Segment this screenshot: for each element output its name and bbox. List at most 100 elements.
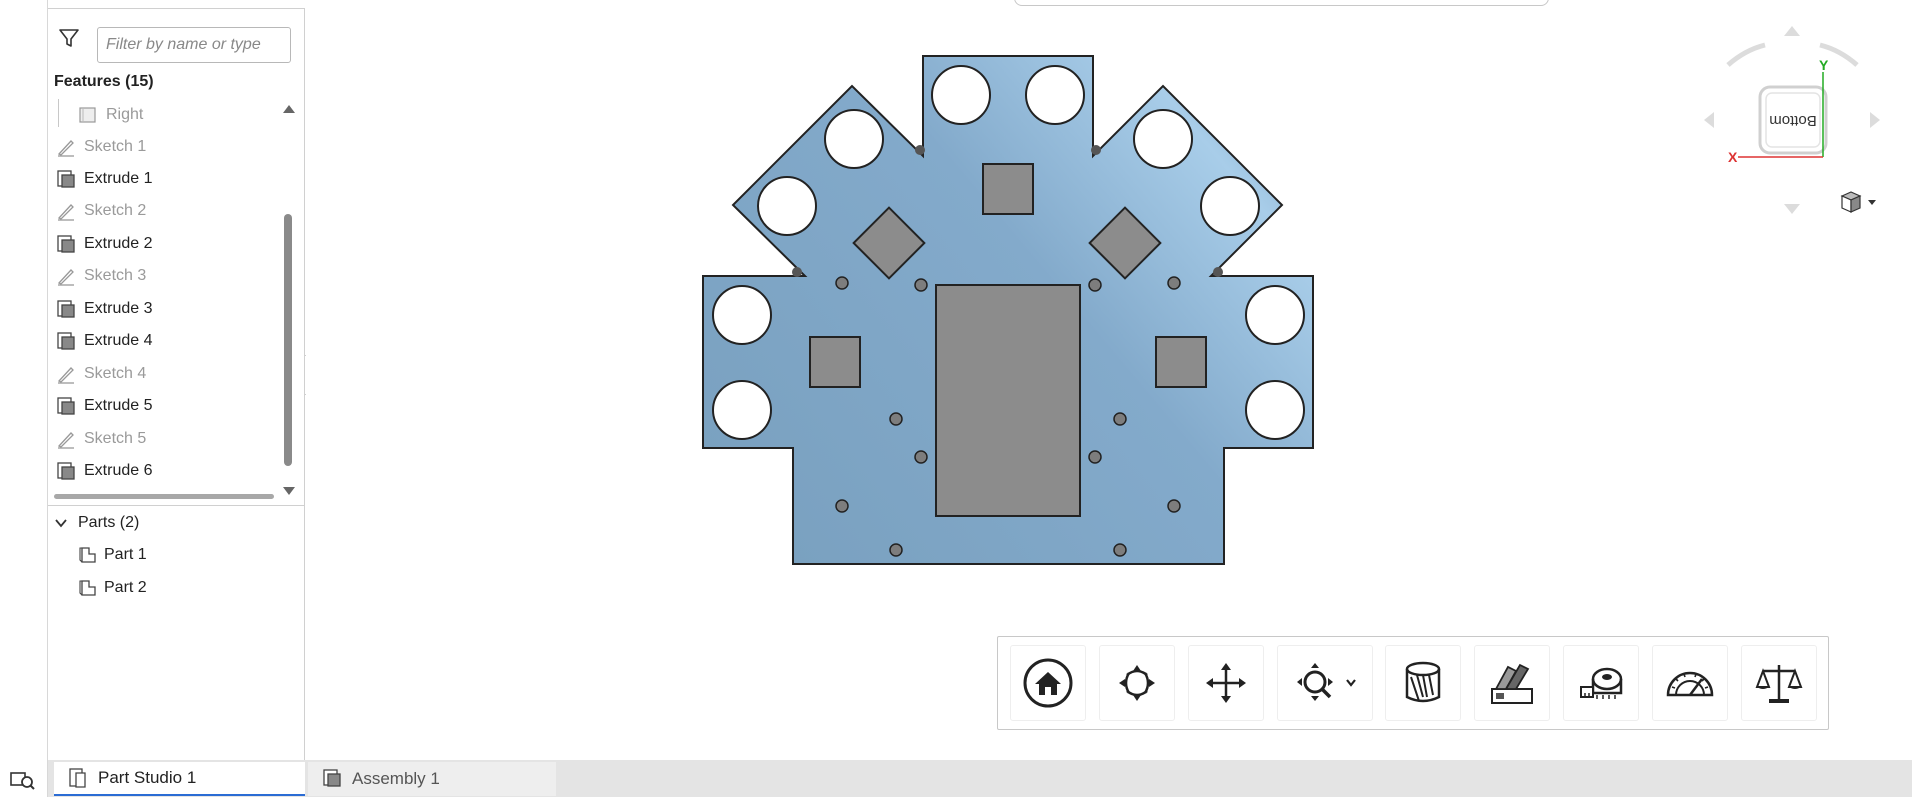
part-item-2[interactable]: Part 2 (48, 572, 305, 604)
view-right-arrow-icon (1870, 112, 1880, 128)
feature-label: Extrude 1 (84, 170, 153, 187)
screw-hole (1113, 543, 1127, 557)
feature-item-extrude-1[interactable]: Extrude 1 (48, 163, 280, 195)
pan-view-button[interactable] (1188, 645, 1264, 721)
screw-hole (914, 450, 928, 464)
feature-item-extrude-5[interactable]: Extrude 5 (48, 390, 280, 422)
parts-header[interactable]: Parts (2) (48, 507, 305, 539)
feature-item-extrude-4[interactable]: Extrude 4 (48, 325, 280, 357)
measure-button[interactable] (1563, 645, 1639, 721)
feature-label: Sketch 4 (84, 365, 147, 382)
home-icon (1023, 658, 1073, 708)
filter-icon[interactable] (58, 27, 80, 49)
feature-label: Sketch 2 (84, 202, 147, 219)
mount-hole (931, 65, 991, 125)
document-tab-bar: Part Studio 1 Assembly 1 (48, 760, 1912, 797)
feature-label: Sketch 5 (84, 430, 147, 447)
mount-hole (1133, 109, 1193, 169)
feature-label: Extrude 3 (84, 300, 153, 317)
feature-item-sketch-2[interactable]: Sketch 2 (48, 195, 280, 227)
mount-hole (1245, 285, 1305, 345)
sketch-icon (56, 364, 76, 384)
part-studio-icon (68, 767, 90, 789)
square-pocket (1155, 336, 1207, 388)
tape-measure-icon (1580, 667, 1623, 699)
zoom-view-button[interactable] (1277, 645, 1373, 721)
view-down-arrow-icon (1784, 204, 1800, 214)
filter-row (48, 17, 305, 63)
tab-label: Assembly 1 (352, 769, 440, 788)
square-pocket (809, 336, 861, 388)
view-left-arrow-icon (1704, 112, 1714, 128)
parts-title: Parts (2) (78, 514, 140, 531)
feature-item-sketch-3[interactable]: Sketch 3 (48, 260, 280, 292)
scroll-thumb[interactable] (284, 214, 292, 466)
protractor-icon (1666, 671, 1714, 697)
screw-hole (889, 543, 903, 557)
home-view-button[interactable] (1010, 645, 1086, 721)
mount-hole (1245, 380, 1305, 440)
assembly-icon (322, 768, 344, 790)
extrude-icon (56, 331, 76, 351)
mount-hole (757, 176, 817, 236)
part-icon (78, 578, 98, 598)
feature-item-extrude-6[interactable]: Extrude 6 (48, 455, 280, 487)
screw-hole (889, 412, 903, 426)
sketch-icon (56, 429, 76, 449)
feature-item-extrude-3[interactable]: Extrude 3 (48, 293, 280, 325)
rotate-arc-left-icon (1726, 42, 1766, 67)
horizontal-scrollbar[interactable] (54, 494, 274, 499)
angle-measure-button[interactable] (1652, 645, 1728, 721)
notch (792, 267, 802, 277)
appearance-button[interactable] (1474, 645, 1550, 721)
section-view-button[interactable] (1385, 645, 1461, 721)
tab-part-studio-1[interactable]: Part Studio 1 (54, 762, 305, 796)
panel-divider (48, 505, 305, 506)
filter-input[interactable] (97, 27, 291, 63)
feature-item-right[interactable]: Right (48, 99, 280, 131)
feature-label: Right (106, 106, 144, 123)
screw-hole (835, 499, 849, 513)
feature-list: Right Sketch 1 Extrude 1 Sketch 2 Extrud… (48, 99, 280, 489)
part-item-1[interactable]: Part 1 (48, 539, 305, 571)
extrude-icon (56, 169, 76, 189)
features-title: Features (15) (54, 73, 154, 90)
zoom-icon (1297, 663, 1356, 701)
mount-hole (712, 380, 772, 440)
scroll-down-arrow[interactable] (283, 487, 295, 495)
mass-properties-button[interactable] (1741, 645, 1817, 721)
pan-icon (1206, 663, 1246, 703)
feature-item-extrude-2[interactable]: Extrude 2 (48, 228, 280, 260)
mount-hole (1025, 65, 1085, 125)
section-icon (1405, 661, 1441, 703)
chevron-down-icon (1868, 200, 1876, 205)
sketch-icon (56, 266, 76, 286)
scroll-up-arrow[interactable] (283, 105, 295, 113)
view-up-arrow-icon (1784, 26, 1800, 36)
graphics-viewport[interactable]: Bottom Y X (306, 0, 1912, 760)
part-label: Part 1 (104, 546, 147, 563)
cube-face-label: Bottom (1769, 112, 1817, 129)
feature-item-sketch-5[interactable]: Sketch 5 (48, 423, 280, 455)
feature-item-sketch-1[interactable]: Sketch 1 (48, 131, 280, 163)
screw-hole (1088, 278, 1102, 292)
tab-assembly-1[interactable]: Assembly 1 (308, 762, 556, 796)
feature-label: Extrude 5 (84, 397, 153, 414)
chevron-down-icon[interactable] (54, 516, 68, 530)
rotate-icon (1119, 665, 1155, 701)
sketch-icon (56, 201, 76, 221)
feature-label: Extrude 6 (84, 462, 153, 479)
notch (1213, 267, 1223, 277)
feature-label: Extrude 2 (84, 235, 153, 252)
feature-item-sketch-4[interactable]: Sketch 4 (48, 358, 280, 390)
sketch-icon (56, 137, 76, 157)
rotate-view-button[interactable] (1099, 645, 1175, 721)
x-axis-label: X (1728, 149, 1738, 165)
view-options-dropdown[interactable] (1838, 190, 1882, 216)
extrude-icon (56, 461, 76, 481)
notch (915, 145, 925, 155)
screw-hole (1088, 450, 1102, 464)
feature-list-scrollbar[interactable] (280, 99, 296, 499)
search-tabs-icon[interactable] (10, 769, 36, 791)
screw-hole (1113, 412, 1127, 426)
